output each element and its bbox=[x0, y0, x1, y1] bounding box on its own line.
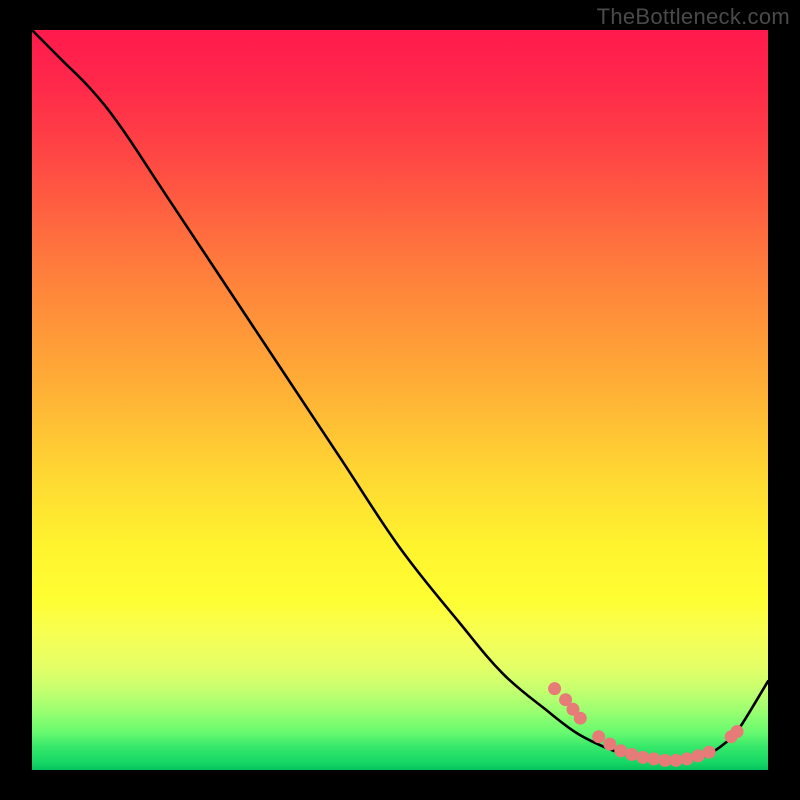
curve-marker bbox=[625, 748, 638, 761]
curve-markers bbox=[548, 682, 744, 767]
bottleneck-curve-line bbox=[32, 30, 768, 761]
chart-frame: TheBottleneck.com bbox=[0, 0, 800, 800]
curve-marker bbox=[614, 744, 627, 757]
curve-svg bbox=[32, 30, 768, 770]
curve-marker bbox=[636, 751, 649, 764]
curve-marker bbox=[592, 730, 605, 743]
curve-marker bbox=[647, 752, 660, 765]
curve-marker bbox=[692, 749, 705, 762]
plot-area bbox=[32, 30, 768, 770]
curve-marker bbox=[603, 738, 616, 751]
curve-marker bbox=[681, 752, 694, 765]
curve-marker bbox=[731, 725, 744, 738]
curve-marker bbox=[548, 682, 561, 695]
curve-marker bbox=[574, 712, 587, 725]
watermark-text: TheBottleneck.com bbox=[597, 4, 790, 30]
curve-marker bbox=[703, 746, 716, 759]
curve-marker bbox=[670, 754, 683, 767]
